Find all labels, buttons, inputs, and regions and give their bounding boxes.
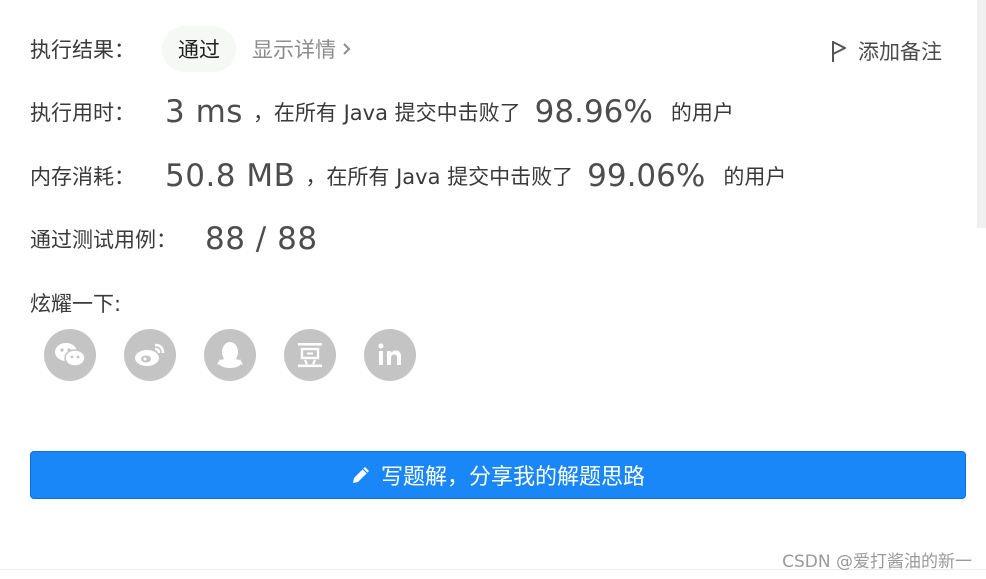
flag-icon	[832, 41, 846, 62]
show-details-label: 显示详情	[252, 38, 336, 62]
pencil-icon	[352, 467, 369, 483]
runtime-beat-prefix: ，在所有 Java 提交中击败了	[252, 101, 521, 125]
runtime-label: 执行用时：	[30, 101, 135, 125]
write-solution-button[interactable]: 写题解，分享我的解题思路	[30, 451, 966, 499]
show-details-link[interactable]: 显示详情	[252, 34, 351, 64]
memory-beat-suffix: 的用户	[723, 165, 787, 189]
memory-beat-prefix: ，在所有 Java 提交中击败了	[305, 165, 574, 189]
qq-icon[interactable]	[204, 329, 256, 381]
submission-result-panel: 执行结果： 通过 显示详情 添加备注 执行用时： 3 ms ，在所有 Java …	[0, 0, 986, 579]
testcases-value: 88 / 88	[205, 221, 318, 257]
runtime-row: 执行用时： 3 ms ，在所有 Java 提交中击败了 98.96% 的用户	[30, 94, 734, 130]
testcases-row: 通过测试用例： 88 / 88	[30, 221, 318, 257]
runtime-value: 3 ms	[165, 94, 243, 130]
douban-icon[interactable]	[284, 329, 336, 381]
watermark: CSDN @爱打酱油的新一	[782, 552, 972, 572]
weibo-icon[interactable]	[124, 329, 176, 381]
add-note-label: 添加备注	[858, 40, 942, 64]
memory-percent: 99.06%	[587, 158, 706, 194]
share-row-label: 炫耀一下:	[30, 288, 121, 318]
share-icons	[44, 329, 444, 381]
status-badge: 通过	[162, 26, 236, 72]
memory-row: 内存消耗： 50.8 MB ，在所有 Java 提交中击败了 99.06% 的用…	[30, 158, 786, 194]
testcases-label: 通过测试用例：	[30, 228, 177, 252]
result-label: 执行结果：	[30, 38, 135, 62]
linkedin-icon[interactable]	[364, 329, 416, 381]
runtime-beat-suffix: 的用户	[670, 101, 734, 125]
result-row: 执行结果： 通过 显示详情	[30, 26, 351, 72]
scrollbar[interactable]	[977, 0, 986, 228]
write-solution-label: 写题解，分享我的解题思路	[380, 465, 645, 490]
chevron-right-icon	[342, 37, 351, 61]
memory-label: 内存消耗：	[30, 165, 135, 189]
share-label: 炫耀一下:	[30, 292, 122, 316]
memory-value: 50.8 MB	[165, 158, 296, 194]
add-note-button[interactable]: 添加备注	[830, 36, 942, 66]
runtime-percent: 98.96%	[534, 94, 653, 130]
wechat-icon[interactable]	[44, 329, 96, 381]
